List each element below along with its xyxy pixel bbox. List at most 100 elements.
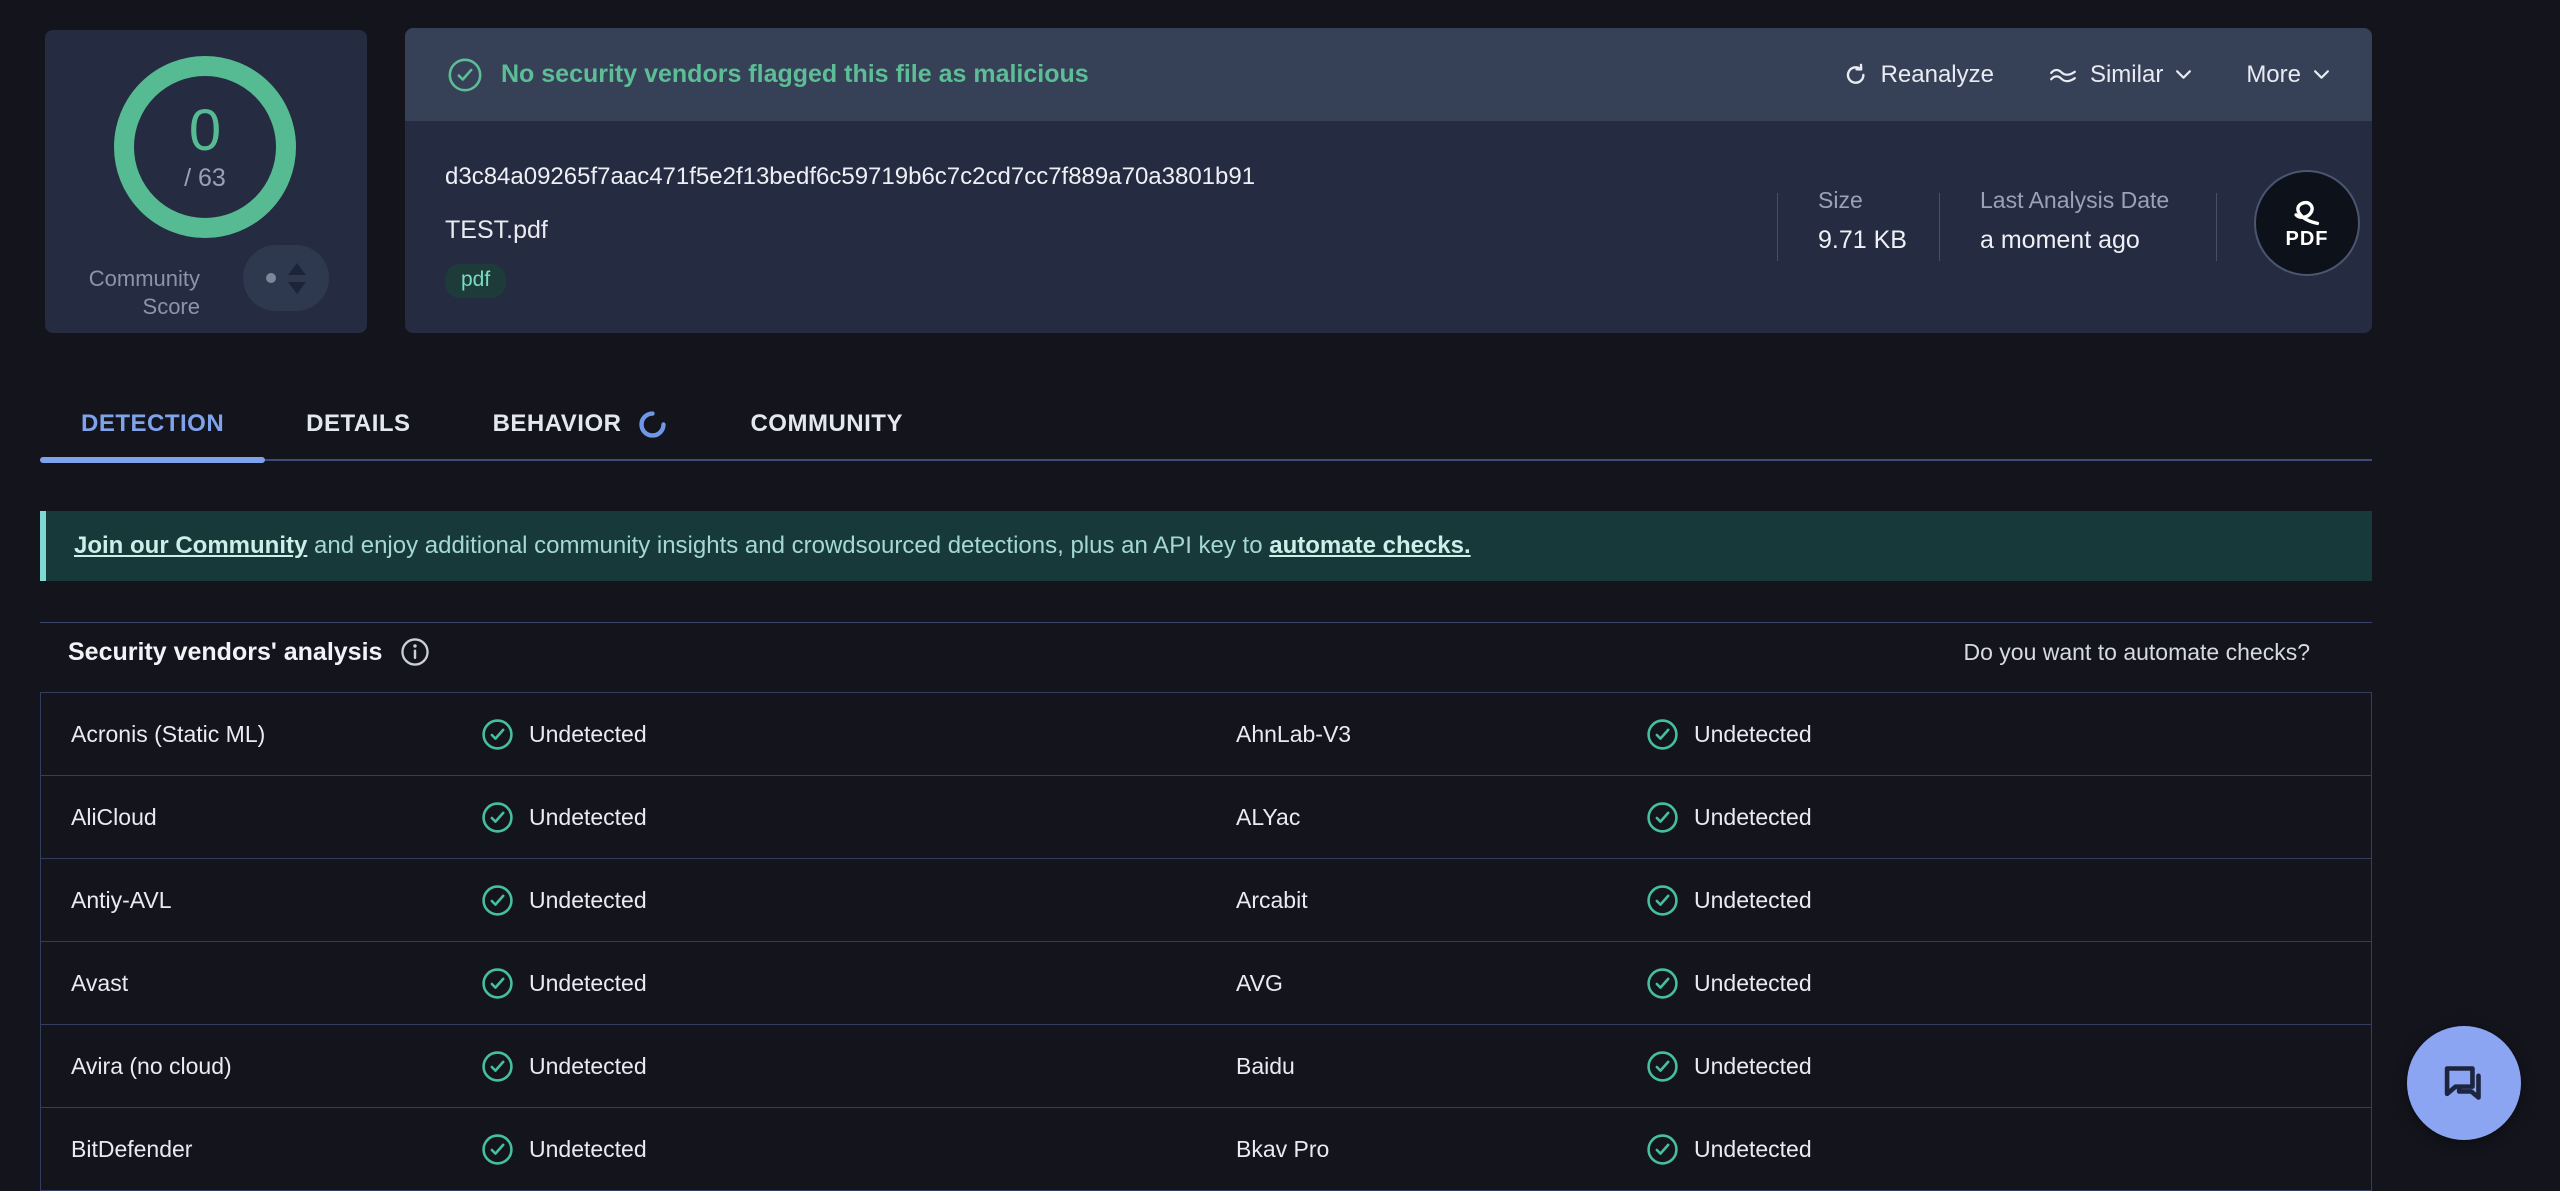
status-label: Undetected bbox=[1694, 887, 1812, 914]
tab-label: COMMUNITY bbox=[750, 410, 902, 438]
vote-down-icon[interactable] bbox=[288, 282, 306, 294]
vendor-name: AVG bbox=[1206, 970, 1646, 997]
file-size-block: Size 9.71 KB bbox=[1818, 187, 1907, 255]
community-score-label: Community Score bbox=[55, 265, 200, 320]
size-label: Size bbox=[1818, 187, 1907, 214]
file-type-tag[interactable]: pdf bbox=[445, 264, 506, 298]
automate-checks-question[interactable]: Do you want to automate checks? bbox=[1964, 639, 2310, 666]
vendor-result: Baidu Undetected bbox=[1206, 1025, 2371, 1107]
vendors-table: Acronis (Static ML)UndetectedAhnLab-V3Un… bbox=[40, 692, 2372, 1191]
status-label: Undetected bbox=[529, 970, 647, 997]
vote-dot-icon bbox=[266, 273, 276, 283]
check-circle-icon bbox=[481, 801, 514, 834]
table-row: BitDefenderUndetectedBkav ProUndetected bbox=[41, 1108, 2371, 1191]
pdf-badge-label: PDF bbox=[2286, 228, 2329, 251]
check-circle-icon bbox=[481, 1050, 514, 1083]
vote-up-icon[interactable] bbox=[288, 263, 306, 275]
check-circle-icon bbox=[1646, 718, 1679, 751]
status-label: Undetected bbox=[529, 887, 647, 914]
file-name: TEST.pdf bbox=[445, 216, 548, 245]
status-label: Undetected bbox=[529, 721, 647, 748]
last-analysis-block: Last Analysis Date a moment ago bbox=[1980, 187, 2169, 255]
section-separator bbox=[40, 622, 2372, 623]
status-label: Undetected bbox=[529, 1053, 647, 1080]
banner-text: Join our Community and enjoy additional … bbox=[74, 532, 1471, 560]
vendor-name: AliCloud bbox=[41, 804, 481, 831]
status-label: Undetected bbox=[529, 804, 647, 831]
vendor-status: Undetected bbox=[481, 967, 647, 1000]
pdf-file-badge: PDF bbox=[2254, 170, 2360, 276]
status-message-text: No security vendors flagged this file as… bbox=[501, 60, 1089, 89]
up-down-arrows-icon[interactable] bbox=[288, 263, 306, 294]
vendor-name: Acronis (Static ML) bbox=[41, 721, 481, 748]
check-circle-icon bbox=[447, 57, 483, 93]
community-banner: Join our Community and enjoy additional … bbox=[40, 511, 2372, 581]
community-vote-widget[interactable] bbox=[243, 245, 329, 311]
vendor-status: Undetected bbox=[1646, 1133, 1812, 1166]
vendor-status: Undetected bbox=[1646, 884, 1812, 917]
chat-bubbles-icon bbox=[2435, 1054, 2493, 1112]
vendor-result: ALYacUndetected bbox=[1206, 776, 2371, 858]
analysis-status-bar: No security vendors flagged this file as… bbox=[405, 28, 2372, 121]
vendor-result: AvastUndetected bbox=[41, 942, 1206, 1024]
tab-label: BEHAVIOR bbox=[493, 410, 622, 438]
vendor-status: Undetected bbox=[481, 801, 647, 834]
status-label: Undetected bbox=[1694, 721, 1812, 748]
tab-detection[interactable]: DETECTION bbox=[40, 389, 265, 459]
status-label: Undetected bbox=[529, 1136, 647, 1163]
vendor-name: BitDefender bbox=[41, 1136, 481, 1163]
tab-behavior[interactable]: BEHAVIOR bbox=[452, 389, 710, 459]
vendor-name: Baidu bbox=[1206, 1053, 1646, 1080]
loading-spinner-icon bbox=[637, 409, 668, 440]
more-button[interactable]: More bbox=[2246, 61, 2330, 89]
tab-label: DETECTION bbox=[81, 410, 224, 438]
file-info-card: d3c84a09265f7aac471f5e2f13bedf6c59719b6c… bbox=[405, 121, 2372, 333]
vendor-result: Arcabit Undetected bbox=[1206, 859, 2371, 941]
detection-score: 0 bbox=[189, 102, 221, 160]
score-card: 0 / 63 Community Score bbox=[45, 30, 367, 333]
detection-score-donut: 0 / 63 bbox=[114, 56, 296, 238]
tab-details[interactable]: DETAILS bbox=[265, 389, 451, 459]
divider bbox=[2216, 193, 2217, 261]
check-circle-icon bbox=[1646, 884, 1679, 917]
join-community-link[interactable]: Join our Community bbox=[74, 532, 307, 559]
banner-middle-text: and enjoy additional community insights … bbox=[307, 532, 1269, 559]
vendor-name: Arcabit bbox=[1206, 887, 1646, 914]
automate-checks-link[interactable]: automate checks. bbox=[1269, 532, 1470, 559]
size-value: 9.71 KB bbox=[1818, 226, 1907, 255]
file-hash: d3c84a09265f7aac471f5e2f13bedf6c59719b6c… bbox=[445, 163, 1255, 191]
last-analysis-label: Last Analysis Date bbox=[1980, 187, 2169, 214]
vendor-result: Avira (no cloud)Undetected bbox=[41, 1025, 1206, 1107]
chevron-down-icon bbox=[2313, 69, 2330, 80]
check-circle-icon bbox=[1646, 801, 1679, 834]
vendor-status: Undetected bbox=[1646, 801, 1812, 834]
table-row: AvastUndetectedAVG Undetected bbox=[41, 942, 2371, 1025]
vendor-result: AliCloud Undetected bbox=[41, 776, 1206, 858]
check-circle-icon bbox=[481, 967, 514, 1000]
check-circle-icon bbox=[481, 718, 514, 751]
chevron-down-icon bbox=[2175, 69, 2192, 80]
last-analysis-value: a moment ago bbox=[1980, 226, 2169, 255]
section-title: Security vendors' analysis bbox=[68, 638, 382, 667]
chat-fab-button[interactable] bbox=[2407, 1026, 2521, 1140]
similar-button[interactable]: Similar bbox=[2048, 61, 2192, 89]
vendor-status: Undetected bbox=[481, 718, 647, 751]
table-row: AliCloudUndetectedALYacUndetected bbox=[41, 776, 2371, 859]
reanalyze-label: Reanalyze bbox=[1881, 61, 1994, 89]
vendor-result: AhnLab-V3Undetected bbox=[1206, 693, 2371, 775]
pdf-logo-icon bbox=[2286, 196, 2328, 230]
refresh-icon bbox=[1843, 62, 1869, 88]
divider bbox=[1939, 193, 1940, 261]
similar-label: Similar bbox=[2090, 61, 2163, 89]
check-circle-icon bbox=[1646, 1133, 1679, 1166]
tab-label: DETAILS bbox=[306, 410, 410, 438]
reanalyze-button[interactable]: Reanalyze bbox=[1843, 61, 1994, 89]
vendor-status: Undetected bbox=[1646, 1050, 1812, 1083]
info-icon[interactable] bbox=[400, 637, 430, 667]
vendor-status: Undetected bbox=[481, 884, 647, 917]
tab-community[interactable]: COMMUNITY bbox=[709, 389, 943, 459]
check-circle-icon bbox=[481, 884, 514, 917]
status-message: No security vendors flagged this file as… bbox=[447, 57, 1089, 93]
more-label: More bbox=[2246, 61, 2301, 89]
status-label: Undetected bbox=[1694, 1053, 1812, 1080]
